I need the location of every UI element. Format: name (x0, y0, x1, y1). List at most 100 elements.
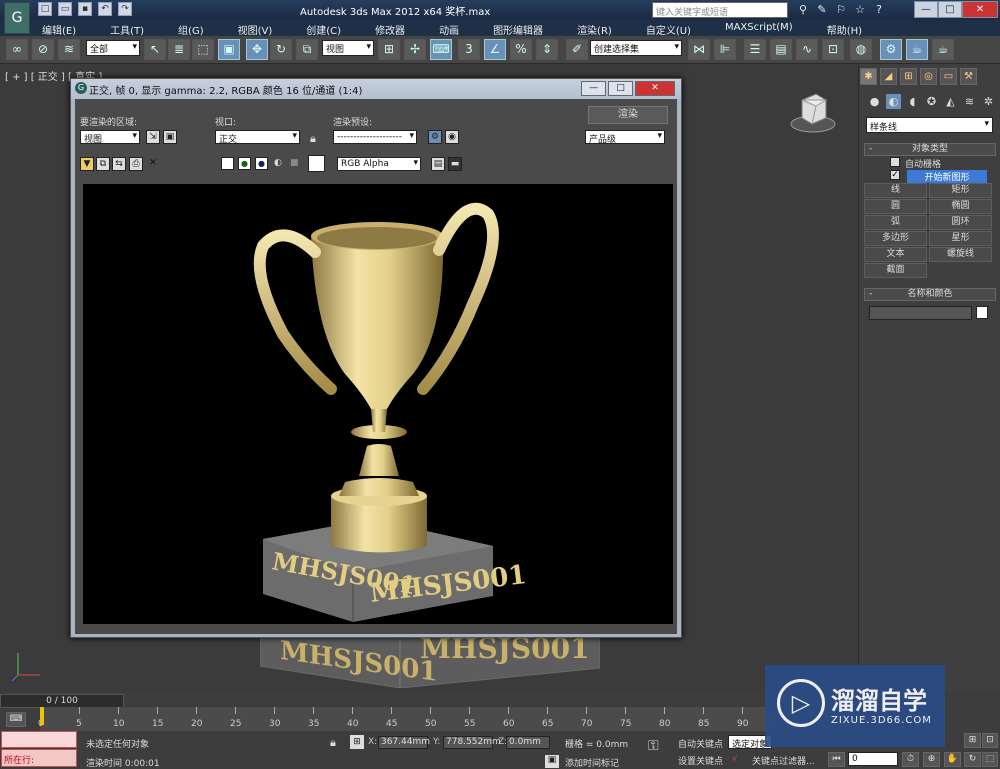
auto-region-icon[interactable]: ▣ (163, 130, 177, 144)
systems-icon[interactable]: ✲ (981, 94, 996, 109)
menu-customize[interactable]: 自定义(U) (646, 20, 691, 37)
favorites-icon[interactable]: ☆ (852, 2, 868, 18)
pan-icon[interactable]: ✋ (944, 752, 961, 767)
cameras-icon[interactable]: ✪ (924, 94, 939, 109)
zoom-all-icon[interactable]: ⊡ (982, 733, 998, 748)
preset-dropdown[interactable]: -------------------- (333, 130, 417, 144)
object-color-swatch[interactable] (976, 306, 988, 319)
name-color-rollout[interactable]: - 名称和颜色 (864, 288, 996, 301)
area-dropdown[interactable]: 视图 (80, 130, 140, 145)
maximize-button[interactable]: □ (938, 1, 962, 18)
time-marker[interactable] (40, 707, 44, 725)
quality-dropdown[interactable]: 产品级 (585, 130, 665, 145)
start-new-shape-checkbox[interactable]: ✓ (890, 170, 900, 180)
time-config-icon[interactable]: ⏱ (902, 752, 919, 767)
pivot-center-icon[interactable]: ⊞ (378, 39, 400, 60)
start-new-shape-button[interactable]: 开始新图形 (907, 170, 987, 183)
menu-rendering[interactable]: 渲染(R) (577, 20, 612, 37)
geometry-icon[interactable]: ● (867, 94, 882, 109)
render-maximize-button[interactable]: □ (608, 81, 633, 96)
blue-channel-toggle[interactable]: ● (255, 157, 268, 170)
time-tag-icon[interactable]: ▣ (545, 755, 559, 768)
mini-listener-icon[interactable]: ⌨ (6, 712, 26, 727)
rect-selection-icon[interactable]: ⬚ (192, 39, 214, 60)
copy-image-icon[interactable]: ⇆ (112, 157, 126, 171)
add-time-tag[interactable]: 添加时间标记 (565, 756, 619, 769)
display-tab-icon[interactable]: ▭ (940, 68, 957, 85)
help-icon[interactable]: ? (871, 2, 887, 18)
zoom-extents-icon[interactable]: ⊞ (964, 733, 981, 748)
menu-maxscript[interactable]: MAXScript(M) (725, 20, 793, 36)
rendered-frame-icon[interactable]: ☕ (906, 39, 928, 60)
maxscript-listener-box[interactable] (1, 731, 77, 748)
text-button[interactable]: 文本 (864, 247, 927, 262)
spinner-snap-icon[interactable]: ⇕ (536, 39, 558, 60)
object-type-rollout[interactable]: - 对象类型 (864, 143, 996, 156)
search-input[interactable]: 键入关键字或短语 (652, 2, 788, 18)
menu-tools[interactable]: 工具(T) (110, 20, 144, 37)
red-channel-toggle[interactable] (221, 157, 234, 170)
timeline-track[interactable]: 0 5 10 15 20 25 30 35 40 45 50 55 60 65 … (38, 707, 780, 731)
menu-views[interactable]: 视图(V) (238, 20, 273, 37)
section-button[interactable]: 截面 (864, 263, 927, 278)
current-frame-field[interactable]: 0 (848, 752, 898, 766)
helix-button[interactable]: 螺旋线 (929, 247, 992, 262)
create-tab-icon[interactable]: ✱ (860, 68, 877, 85)
render-minimize-button[interactable]: — (581, 81, 606, 96)
render-close-button[interactable]: ✕ (635, 81, 675, 96)
rectangle-button[interactable]: 矩形 (929, 183, 992, 198)
selection-lock-icon[interactable]: 🔒︎ (330, 736, 336, 750)
menu-edit[interactable]: 编辑(E) (42, 20, 76, 37)
viewcube-icon[interactable] (788, 90, 838, 135)
alpha-toggle-icon[interactable]: ◐ (274, 158, 282, 168)
absolute-mode-icon[interactable]: ⊞ (350, 735, 364, 749)
keyboard-shortcut-icon[interactable]: ⌨ (430, 39, 452, 60)
environment-icon[interactable]: ◉ (445, 130, 459, 144)
time-slider[interactable]: 0 / 100 (0, 694, 124, 708)
maximize-viewport-icon[interactable]: ⬚ (982, 752, 998, 767)
green-channel-toggle[interactable]: ● (238, 157, 251, 170)
bind-spacewarp-icon[interactable]: ≋ (58, 39, 80, 60)
save-icon[interactable]: ▪ (78, 2, 92, 16)
print-icon[interactable]: ⎙ (129, 157, 143, 171)
minimize-button[interactable]: — (914, 1, 938, 18)
mirror-icon[interactable]: ⋈ (688, 39, 710, 60)
x-coordinate-field[interactable]: 367.44mm (378, 736, 430, 749)
menu-graph-editors[interactable]: 图形编辑器 (493, 20, 543, 37)
unlink-icon[interactable]: ⊘ (32, 39, 54, 60)
utilities-tab-icon[interactable]: ⚒ (960, 68, 977, 85)
ngon-button[interactable]: 多边形 (864, 231, 927, 246)
line-button[interactable]: 线 (864, 183, 927, 198)
star-button[interactable]: 星形 (929, 231, 992, 246)
viewport-dropdown[interactable]: 正交 (215, 130, 300, 145)
key-filters-button[interactable]: 关键点过滤器... (752, 754, 815, 767)
shapes-icon[interactable]: ◐ (886, 94, 901, 109)
move-icon[interactable]: ✥ (246, 39, 268, 60)
manipulate-icon[interactable]: ✢ (404, 39, 426, 60)
render-setup-icon[interactable]: ⚙ (880, 39, 902, 60)
schematic-view-icon[interactable]: ⊡ (822, 39, 844, 60)
y-coordinate-field[interactable]: 778.552mm (443, 736, 501, 749)
clear-icon[interactable]: ✕ (146, 157, 160, 171)
render-production-icon[interactable]: ☕ (932, 39, 954, 60)
mono-toggle-icon[interactable]: ■ (290, 158, 299, 168)
auto-key-button[interactable]: 自动关键点 (678, 737, 723, 750)
rotate-icon[interactable]: ↻ (270, 39, 292, 60)
undo-icon[interactable]: ↶ (98, 2, 112, 16)
select-by-name-icon[interactable]: ≣ (168, 39, 190, 60)
shape-type-dropdown[interactable]: 样条线 (866, 117, 993, 133)
spacewarps-icon[interactable]: ≋ (962, 94, 977, 109)
angle-snap-icon[interactable]: ∠ (484, 39, 506, 60)
curve-editor-icon[interactable]: ∿ (796, 39, 818, 60)
menu-modifiers[interactable]: 修改器 (375, 20, 405, 37)
app-logo-icon[interactable]: G (4, 2, 30, 34)
toggle-ui-icon[interactable]: ▤ (431, 157, 445, 171)
key-icon[interactable]: ⚿ (648, 738, 659, 754)
autogrid-checkbox[interactable] (890, 157, 900, 167)
z-coordinate-field[interactable]: 0.0mm (506, 736, 550, 749)
layer-manager-icon[interactable]: ☰ (744, 39, 766, 60)
ribbon-icon[interactable]: ▤ (770, 39, 792, 60)
percent-snap-icon[interactable]: % (510, 39, 532, 60)
menu-animation[interactable]: 动画 (439, 20, 459, 37)
zoom-icon[interactable]: ⊕ (923, 752, 940, 767)
